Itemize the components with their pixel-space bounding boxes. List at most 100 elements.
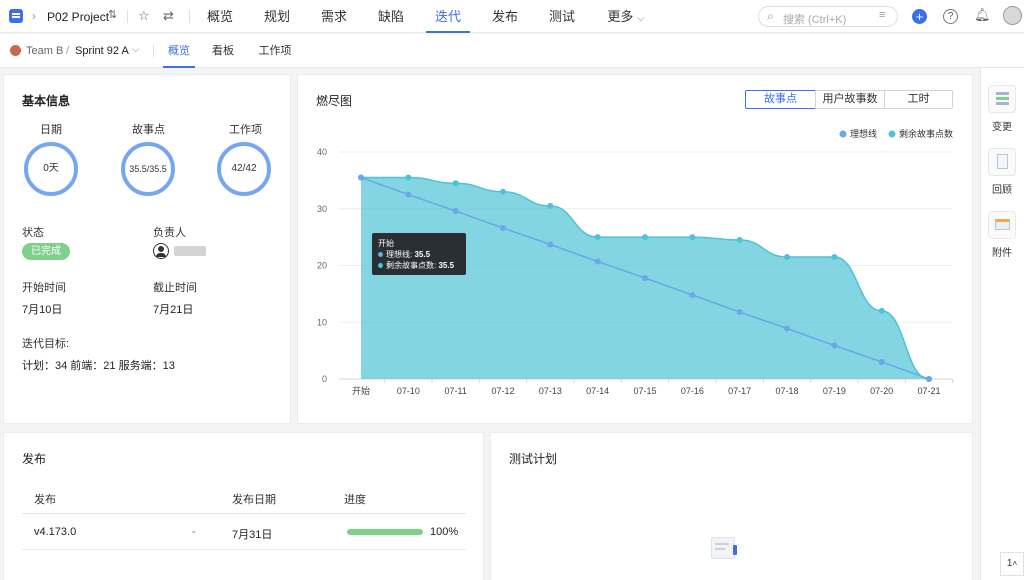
column-header-date: 发布日期 <box>232 494 276 506</box>
card-title: 测试计划 <box>509 452 558 466</box>
y-tick-label: 40 <box>317 147 327 157</box>
end-label: 截止时间 <box>153 282 197 294</box>
star-icon[interactable]: ☆ <box>138 8 150 24</box>
tooltip-dot-ideal <box>378 252 383 257</box>
legend-label-remaining: 剩余故事点数 <box>899 128 953 139</box>
x-tick-label: 07-16 <box>681 386 704 396</box>
side-label-retro: 回顾 <box>992 185 1012 196</box>
x-tick-label: 07-18 <box>775 386 798 396</box>
tooltip-remaining-value: 35.5 <box>438 261 455 270</box>
search-input[interactable]: ⌕ 搜索 (Ctrl+K) ≡ <box>758 6 898 27</box>
help-icon[interactable]: ? <box>943 9 958 24</box>
divider <box>189 10 190 23</box>
collapse-counter[interactable]: 1˄ <box>1000 552 1024 576</box>
x-tick-label: 07-20 <box>870 386 893 396</box>
metric-ring-story-points: 35.5/35.5 <box>121 142 175 196</box>
double-chevron-up-icon: ˄ <box>1012 559 1018 568</box>
attachments-icon <box>995 219 1010 230</box>
release-dash: - <box>192 526 196 538</box>
chevron-down-icon[interactable]: ⌵ <box>132 44 140 55</box>
remaining-point <box>594 234 601 241</box>
column-header-release: 发布 <box>34 494 56 506</box>
owner-label: 负责人 <box>153 227 186 239</box>
progress-bar-fill <box>347 529 423 535</box>
chevron-right-icon: › <box>32 9 36 23</box>
project-switch-icon[interactable]: ⇅ <box>108 8 117 21</box>
tab-iteration[interactable]: 迭代 <box>426 0 470 33</box>
start-label: 开始时间 <box>22 282 66 294</box>
tab-overview[interactable]: 概览 <box>198 0 242 33</box>
x-tick-label: 07-12 <box>491 386 514 396</box>
remaining-point <box>452 180 459 187</box>
avatar[interactable] <box>1003 6 1022 25</box>
remaining-point <box>736 236 743 243</box>
search-icon: ⌕ <box>767 9 774 23</box>
breadcrumb-separator: / <box>66 45 70 57</box>
retro-button[interactable] <box>988 148 1016 176</box>
tab-planning[interactable]: 规划 <box>255 0 299 33</box>
owner-name-blurred <box>174 246 206 256</box>
divider <box>127 10 128 23</box>
progress-text: 100% <box>430 526 459 538</box>
release-name[interactable]: v4.173.0 <box>34 526 76 538</box>
side-label-changes: 变更 <box>992 122 1012 133</box>
ideal-point <box>736 309 743 316</box>
y-tick-label: 20 <box>317 261 327 271</box>
project-name[interactable]: P02 Project <box>47 10 109 24</box>
tab-release[interactable]: 发布 <box>483 0 527 33</box>
filter-icon[interactable]: ≡ <box>879 9 885 21</box>
chart-tooltip: 开始 理想线: 35.5 剩余故事点数: 35.5 <box>372 233 466 275</box>
ideal-point <box>642 274 648 281</box>
x-tick-label: 07-10 <box>397 386 420 396</box>
tooltip-dot-remaining <box>378 263 383 268</box>
add-icon[interactable]: + <box>912 9 927 24</box>
y-tick-label: 0 <box>322 374 327 384</box>
ideal-point <box>784 325 790 332</box>
legend-label-ideal: 理想线 <box>850 128 877 139</box>
bell-icon[interactable]: 🔔︎ <box>974 7 991 23</box>
legend-marker-remaining <box>888 130 896 138</box>
table-row[interactable]: v4.173.0 - 7月31日 100% <box>22 514 466 550</box>
ideal-point <box>831 342 838 349</box>
search-placeholder: 搜索 (Ctrl+K) <box>783 14 847 26</box>
sprint-name[interactable]: Sprint 92 A <box>75 45 129 57</box>
metric-label-date: 日期 <box>40 124 62 136</box>
project-icon[interactable] <box>9 9 23 23</box>
testplan-card: 测试计划 <box>490 432 973 580</box>
tab-testing[interactable]: 测试 <box>540 0 584 33</box>
subtab-workitems[interactable]: 工作项 <box>255 34 295 68</box>
tab-more[interactable]: 更多 ⌵ <box>602 0 650 33</box>
card-title: 发布 <box>22 452 47 466</box>
card-title: 基本信息 <box>22 94 71 108</box>
tooltip-remaining-label: 剩余故事点数: <box>386 261 439 270</box>
subtab-board[interactable]: 看板 <box>207 34 239 68</box>
ideal-point <box>926 376 932 382</box>
retro-icon <box>997 154 1008 169</box>
metric-label-story-points: 故事点 <box>132 124 165 136</box>
swap-icon[interactable]: ⇄ <box>163 8 174 24</box>
team-name[interactable]: Team B <box>26 45 63 57</box>
changes-button[interactable] <box>988 85 1016 113</box>
x-tick-label: 开始 <box>352 385 370 396</box>
tab-defects[interactable]: 缺陷 <box>369 0 413 33</box>
goal-label: 迭代目标: <box>22 338 70 350</box>
ideal-point <box>358 174 364 181</box>
team-avatar-icon <box>10 45 21 56</box>
owner-avatar-icon <box>153 243 169 259</box>
y-tick-label: 30 <box>317 204 327 214</box>
attachments-button[interactable] <box>988 211 1016 239</box>
tooltip-ideal-value: 35.5 <box>414 250 431 259</box>
x-tick-label: 07-13 <box>539 386 562 396</box>
start-value: 7月10日 <box>22 304 63 316</box>
remaining-point <box>831 253 838 260</box>
tooltip-ideal-label: 理想线: <box>386 250 415 259</box>
right-side-panel <box>980 68 1024 580</box>
remaining-point <box>689 234 696 241</box>
empty-state-illustration <box>709 533 745 563</box>
subtab-overview[interactable]: 概览 <box>163 34 195 68</box>
tab-requirements[interactable]: 需求 <box>312 0 356 33</box>
release-date: 7月31日 <box>232 529 273 541</box>
remaining-point <box>784 253 790 260</box>
sprint-subheader: Team B / Sprint 92 A ⌵ 概览 看板 工作项 <box>0 34 1024 68</box>
basic-info-card: 基本信息 日期 0天 故事点 35.5/35.5 工作项 42/42 状态 已完… <box>3 74 291 424</box>
